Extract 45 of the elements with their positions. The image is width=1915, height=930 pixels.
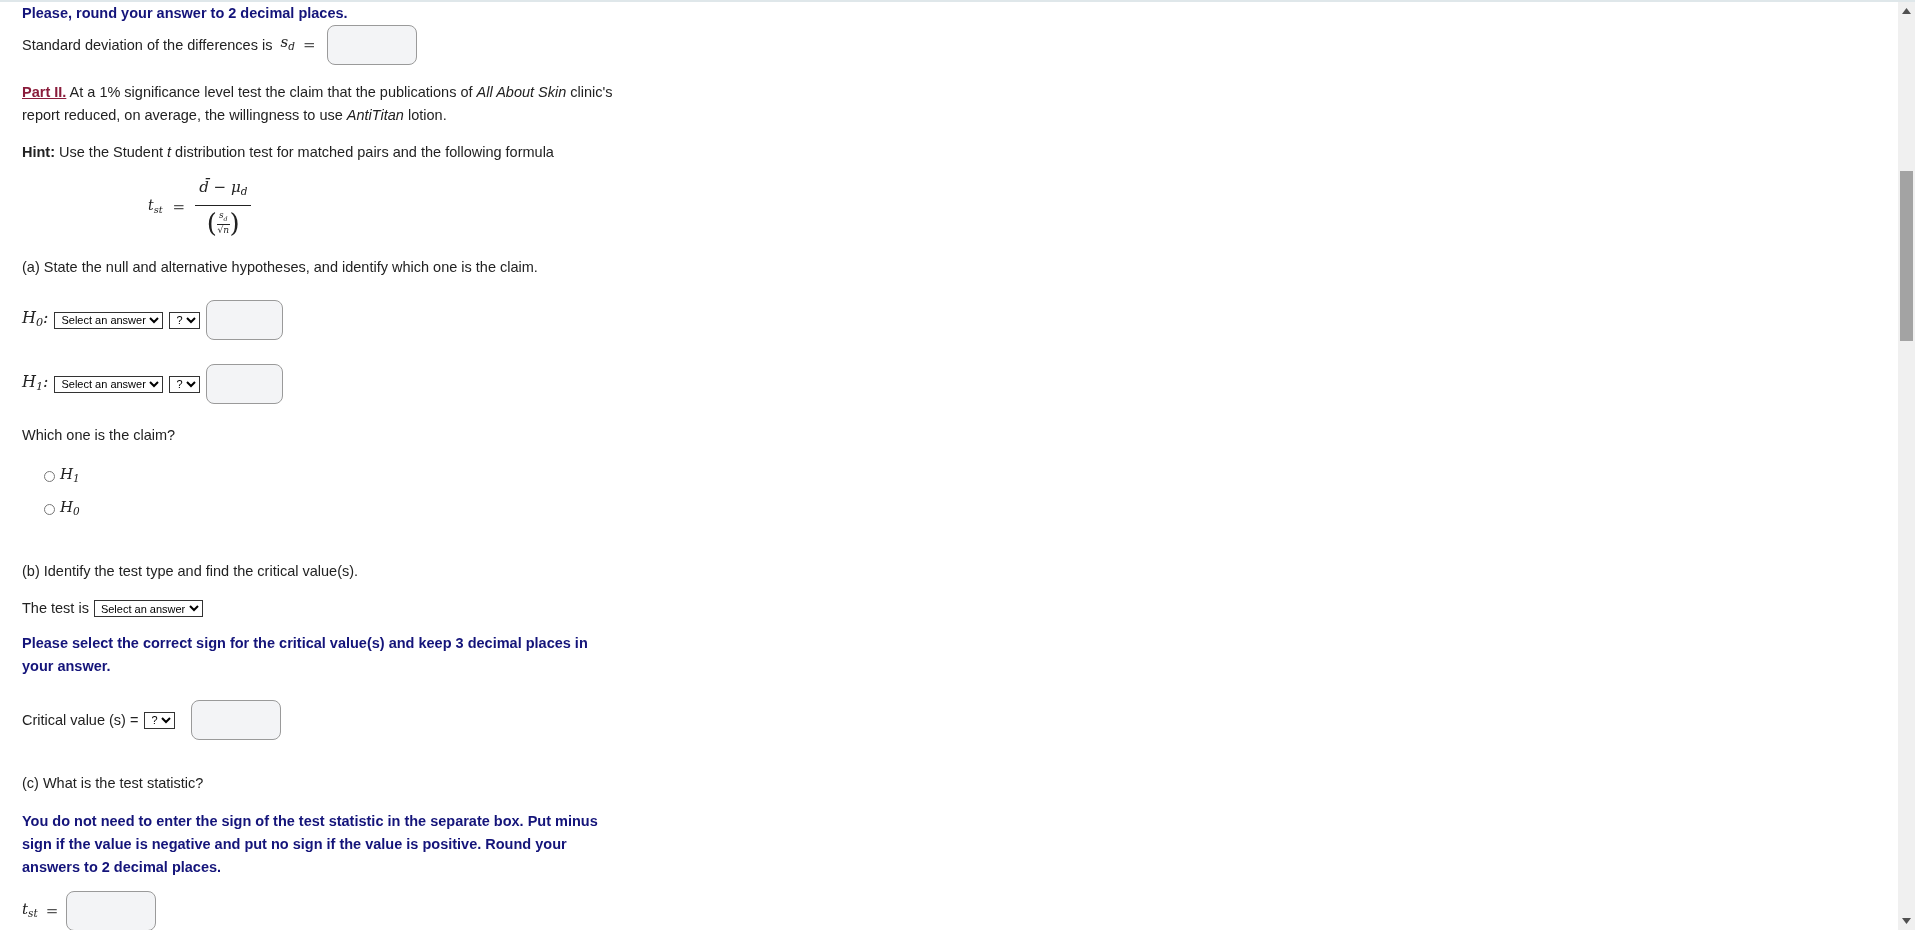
scroll-down-icon[interactable] (1902, 918, 1911, 924)
answer-field[interactable] (66, 891, 157, 930)
scroll-up-icon[interactable] (1902, 8, 1911, 14)
scrollbar-thumb[interactable] (1900, 171, 1913, 341)
answer-field[interactable] (206, 364, 284, 404)
formula-numerator: d̄ − μ$_{d}$ (195, 175, 252, 207)
scrollbar[interactable] (1898, 2, 1915, 930)
math-symbol: s$_{d}$ (280, 32, 295, 55)
question-text: Part II. At a 1% significance level test the claim that the publications of All About Skin clinic's report reduced, on average, the willingness to use AntiTitan lotion. (22, 83, 614, 125)
answer-dropdown[interactable]: Select an answer (93, 600, 203, 618)
question-text: Critical value (s) = (22, 710, 139, 730)
parenthesis: ) (229, 208, 240, 239)
formula-term: s$_{d}$ (216, 210, 230, 225)
option-label: H$_{1}$ (60, 464, 80, 487)
instruction-text: You do not need to enter the sign of the test statistic in the separate box. Put minus sign if the value is negative and put no sign if the value is positive. Round your answers to 2 decimal places. (22, 812, 599, 878)
sign-dropdown[interactable]: ? (169, 375, 201, 393)
question-text: (c) What is the test statistic? (22, 774, 205, 794)
hypothesis-label: H$_{0}$: (22, 306, 49, 332)
formula-lhs: t$_{st}$ (148, 195, 163, 217)
question-text: Which one is the claim? (22, 426, 177, 445)
instruction-text: Please select the correct sign for the critical value(s) and keep 3 decimal places in your answer. (22, 634, 589, 677)
radio-button[interactable] (44, 471, 55, 483)
answer-field[interactable] (327, 25, 418, 65)
part-link[interactable]: Part II. (22, 84, 67, 100)
option-label: H$_{0}$ (60, 497, 80, 520)
hypothesis-label: H$_{1}$: (22, 370, 49, 396)
question-text: (a) State the null and alternative hypotheses, and identify which one is the claim. (22, 258, 539, 277)
equals-sign: = (302, 34, 316, 56)
question-text: The test is (22, 599, 89, 619)
hint-text: Hint: Use the Student t distribution test for matched pairs and the following formula (22, 143, 555, 162)
sign-dropdown[interactable]: ? (144, 711, 176, 729)
question-text: (b) Identify the test type and find the critical value(s). (22, 562, 360, 582)
equals-sign: = (172, 196, 186, 218)
answer-field[interactable] (191, 700, 282, 741)
formula-term: √n (217, 224, 230, 236)
question-text: Standard deviation of the differences is (22, 35, 273, 55)
parenthesis: ( (206, 208, 217, 239)
math-symbol: t$_{st}$ (22, 898, 38, 921)
answer-field[interactable] (206, 300, 284, 340)
sign-dropdown[interactable]: ? (169, 311, 201, 329)
equals-sign: = (45, 900, 59, 922)
radio-button[interactable] (44, 504, 55, 516)
answer-dropdown[interactable]: Select an answer (54, 311, 164, 329)
answer-dropdown[interactable]: Select an answer (54, 375, 164, 393)
rounding-notice: Please, round your answer to 2 decimal places. (22, 4, 349, 23)
